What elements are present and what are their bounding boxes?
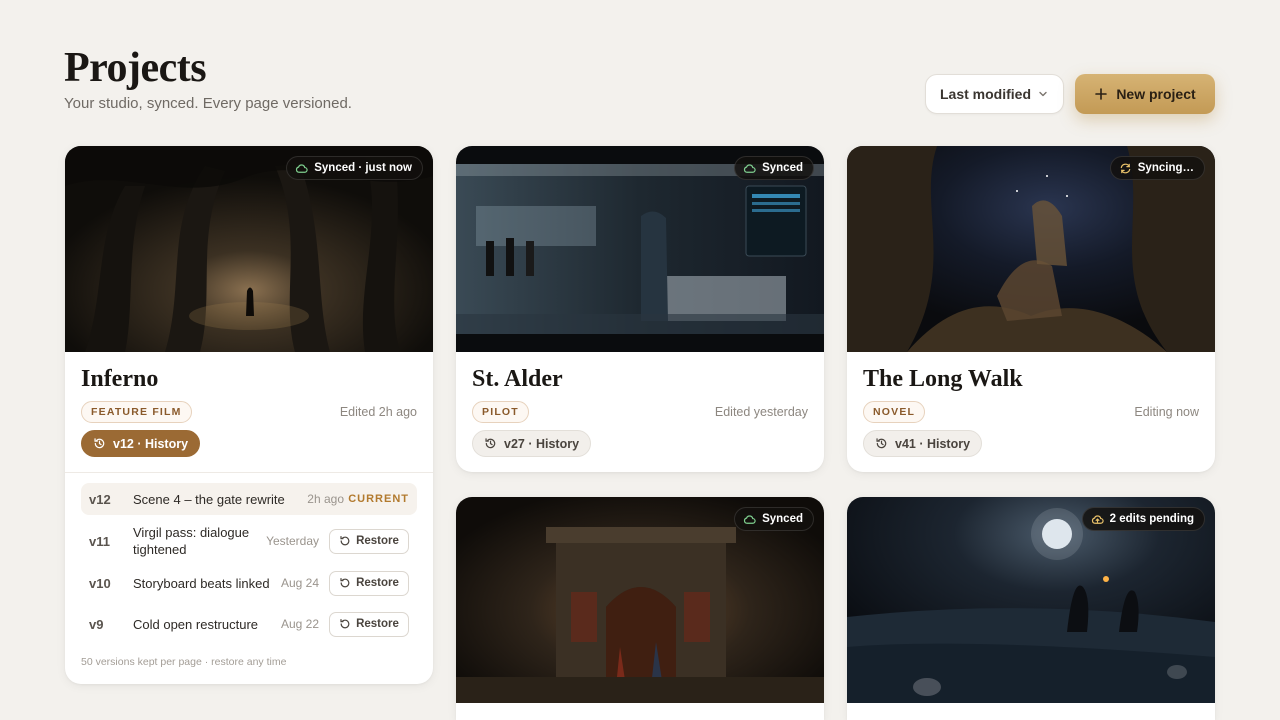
project-card-the-long-walk[interactable]: Syncing… The Long Walk NOVEL Editing now… bbox=[847, 146, 1215, 472]
project-thumbnail[interactable]: Synced bbox=[456, 146, 824, 352]
restore-label: Restore bbox=[356, 535, 399, 547]
sort-dropdown-label: Last modified bbox=[940, 86, 1032, 102]
history-version: v12 bbox=[89, 491, 111, 507]
edited-time: Editing now bbox=[1134, 405, 1199, 419]
history-description: Scene 4 – the gate rewrite bbox=[133, 491, 285, 507]
sync-status-badge: Syncing… bbox=[1109, 156, 1205, 180]
sync-status-badge: Synced bbox=[734, 156, 814, 180]
sync-status-text: 2 edits pending bbox=[1109, 513, 1194, 525]
history-version: v10 bbox=[89, 575, 111, 591]
edited-time: Edited yesterday bbox=[714, 405, 808, 419]
restore-label: Restore bbox=[356, 577, 399, 589]
history-version: v11 bbox=[89, 533, 110, 549]
version-label: v41 · History bbox=[895, 436, 971, 451]
project-thumbnail[interactable]: Syncing… bbox=[847, 146, 1215, 352]
version-label: v27 · History bbox=[504, 436, 580, 451]
project-card[interactable]: Synced bbox=[456, 497, 824, 720]
version-history-button[interactable]: v41 · History bbox=[863, 430, 983, 457]
version-history-button[interactable]: v12 · History bbox=[81, 430, 201, 457]
restore-button[interactable]: Restore bbox=[329, 570, 409, 596]
restore-icon bbox=[340, 619, 350, 629]
sync-status-text: Synced bbox=[762, 162, 803, 174]
history-description: Virgil pass: dialogue tightened bbox=[133, 525, 250, 557]
cloud-icon bbox=[743, 163, 756, 173]
project-title: The Long Walk bbox=[863, 366, 1023, 392]
sync-status-badge: Synced · just now bbox=[286, 156, 423, 180]
page-title: Projects bbox=[64, 45, 207, 91]
history-icon bbox=[485, 438, 496, 449]
restore-label: Restore bbox=[356, 618, 399, 630]
plus-icon bbox=[1095, 88, 1108, 100]
project-title: Inferno bbox=[81, 366, 159, 392]
sort-dropdown[interactable]: Last modified bbox=[925, 74, 1064, 114]
history-icon bbox=[876, 438, 887, 449]
history-row[interactable]: v9 Cold open restructure Aug 22 Restore bbox=[81, 610, 417, 638]
history-row[interactable]: v11 Virgil pass: dialogue tightened Yest… bbox=[81, 523, 417, 559]
new-project-button[interactable]: New project bbox=[1075, 74, 1215, 114]
project-card-inferno[interactable]: Synced · just now Inferno FEATURE FILM E… bbox=[65, 146, 433, 684]
cloud-icon bbox=[296, 163, 308, 173]
sync-status-badge: 2 edits pending bbox=[1081, 507, 1205, 531]
cloud-icon bbox=[743, 514, 756, 524]
new-project-label: New project bbox=[1116, 86, 1196, 102]
restore-button[interactable]: Restore bbox=[329, 611, 409, 637]
restore-button[interactable]: Restore bbox=[329, 528, 409, 554]
project-type-tag: PILOT bbox=[472, 401, 529, 423]
edited-time: Edited 2h ago bbox=[339, 405, 417, 419]
history-time: 2h ago bbox=[307, 492, 344, 506]
project-thumbnail[interactable]: Synced · just now bbox=[65, 146, 433, 352]
sync-status-text: Syncing… bbox=[1137, 162, 1194, 174]
sync-arrows-icon bbox=[1120, 163, 1131, 173]
version-history-button[interactable]: v27 · History bbox=[472, 430, 592, 457]
project-card-st-alder[interactable]: Synced St. Alder PILOT Edited yesterday … bbox=[456, 146, 824, 472]
history-description: Cold open restructure bbox=[133, 616, 259, 632]
project-thumbnail[interactable]: 2 edits pending bbox=[847, 497, 1215, 703]
project-type-tag: NOVEL bbox=[863, 401, 926, 423]
project-thumbnail[interactable]: Synced bbox=[456, 497, 824, 703]
history-time: Aug 22 bbox=[280, 617, 319, 631]
chevron-down-icon bbox=[1039, 91, 1047, 97]
history-row[interactable]: v10 Storyboard beats linked Aug 24 Resto… bbox=[81, 569, 417, 597]
current-badge: CURRENT bbox=[348, 493, 409, 505]
version-history-panel: v12 Scene 4 – the gate rewrite 2h ago CU… bbox=[65, 472, 433, 637]
history-time: Aug 24 bbox=[280, 576, 319, 590]
sync-status-badge: Synced bbox=[734, 507, 814, 531]
sync-status-text: Synced · just now bbox=[314, 162, 412, 174]
version-label: v12 · History bbox=[113, 436, 189, 451]
page-subtitle: Your studio, synced. Every page versione… bbox=[64, 95, 352, 112]
history-time: Yesterday bbox=[266, 534, 319, 548]
sync-status-text: Synced bbox=[762, 513, 803, 525]
project-title: St. Alder bbox=[472, 366, 563, 392]
restore-icon bbox=[340, 536, 350, 546]
restore-icon bbox=[340, 578, 350, 588]
history-version: v9 bbox=[89, 616, 104, 632]
cloud-upload-icon bbox=[1091, 514, 1104, 524]
project-type-tag: FEATURE FILM bbox=[81, 401, 192, 423]
history-footnote: 50 versions kept per page · restore any … bbox=[81, 656, 287, 668]
history-row[interactable]: v12 Scene 4 – the gate rewrite 2h ago CU… bbox=[81, 483, 417, 515]
history-description: Storyboard beats linked bbox=[133, 575, 270, 591]
project-card[interactable]: 2 edits pending bbox=[847, 497, 1215, 720]
history-icon bbox=[94, 438, 105, 449]
